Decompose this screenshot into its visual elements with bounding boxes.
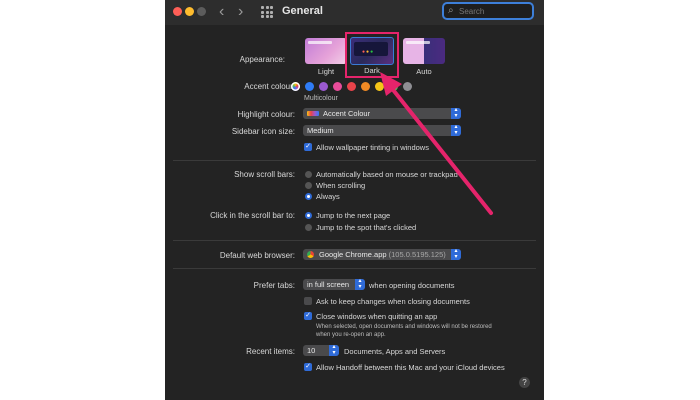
annotation-arrow-head: [380, 72, 402, 96]
annotation-arrow-shaft: [388, 84, 493, 215]
annotation-arrow: [380, 72, 493, 215]
